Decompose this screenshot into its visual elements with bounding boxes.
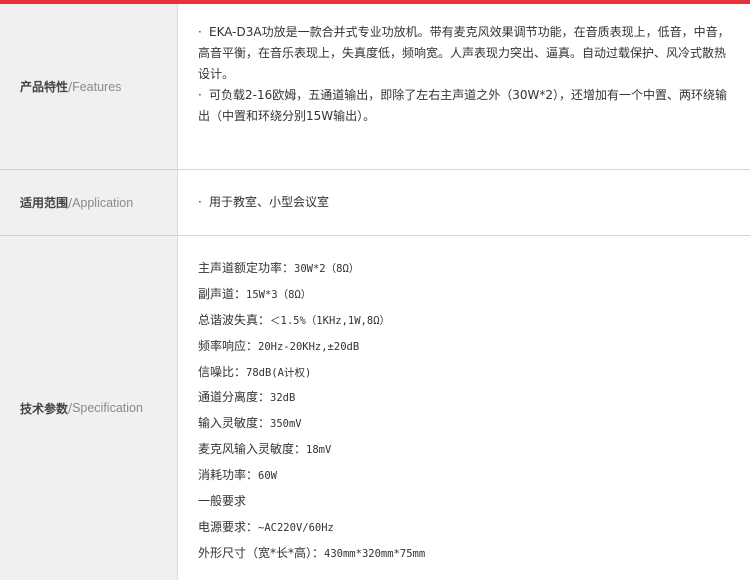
- application-content: · 用于教室、小型会议室: [179, 170, 750, 235]
- spec-value: 18mV: [306, 444, 332, 457]
- features-item: · 可负载2-16欧姆，五通道输出，即除了左右主声道之外（30W*2），还增加有一…: [198, 85, 730, 127]
- features-item-text: 可负载2-16欧姆，五通道输出，即除了左右主声道之外（30W*2），还增加有一个…: [198, 88, 728, 123]
- spec-name: 麦克风输入灵敏度：: [198, 442, 307, 457]
- application-item: · 用于教室、小型会议室: [198, 192, 730, 213]
- features-content: · EKA-D3A功放是一款合并式专业功放机。带有麦克风效果调节功能，在音质表现上…: [179, 4, 750, 169]
- features-label: 产品特性 / Features: [0, 4, 178, 169]
- application-label-cn: 适用范围: [20, 196, 69, 210]
- spec-line: 频率响应：20Hz-20KHz,±20dB: [198, 334, 730, 360]
- spec-line: 总谐波失真：＜1.5%（1KHz,1W,8Ω）: [198, 308, 730, 334]
- specification-label-cn: 技术参数: [20, 401, 69, 416]
- spec-name: 信噪比：: [198, 364, 247, 379]
- spec-line: 麦克风输入灵敏度：18mV: [198, 437, 730, 463]
- spec-name: 外形尺寸（宽*长*高）：: [198, 545, 325, 560]
- spec-name: 副声道：: [198, 286, 247, 301]
- features-label-en: Features: [72, 79, 122, 94]
- features-item: · EKA-D3A功放是一款合并式专业功放机。带有麦克风效果调节功能，在音质表现上…: [198, 22, 730, 85]
- spec-name: 电源要求：: [198, 519, 259, 534]
- specification-label-en: Specification: [72, 401, 143, 415]
- spec-name: 一般要求: [198, 494, 247, 509]
- spec-name: 通道分离度：: [198, 390, 271, 405]
- spec-value: 430mm*320mm*75mm: [324, 547, 426, 560]
- specification-label: 技术参数 / Specification: [0, 236, 178, 580]
- spec-value: ~AC220V/60Hz: [258, 521, 334, 534]
- spec-line: 副声道：15W*3（8Ω）: [198, 282, 730, 308]
- spec-name: 主声道额定功率：: [198, 261, 295, 275]
- spec-value: ＜1.5%（1KHz,1W,8Ω）: [270, 314, 391, 327]
- spec-line: 电源要求：~AC220V/60Hz: [198, 515, 730, 541]
- features-row: 产品特性 / Features · EKA-D3A功放是一款合并式专业功放机。带有麦克…: [0, 4, 750, 170]
- application-row: 适用范围 / Application · 用于教室、小型会议室: [0, 170, 750, 236]
- specification-row: 技术参数 / Specification 主声道额定功率：30W*2（8Ω） 副声道…: [0, 236, 750, 580]
- bullet-dot-icon: ·: [198, 25, 202, 39]
- features-label-cn: 产品特性: [20, 80, 69, 94]
- spec-name: 输入灵敏度：: [198, 416, 271, 431]
- spec-value: 30W*2（8Ω）: [294, 263, 360, 275]
- application-item-text: 用于教室、小型会议室: [209, 195, 330, 209]
- spec-line: 信噪比：78dB(A计权): [198, 360, 730, 386]
- spec-name: 频率响应：: [198, 338, 259, 353]
- features-item-text: EKA-D3A功放是一款合并式专业功放机。带有麦克风效果调节功能，在音质表现上，…: [198, 25, 730, 81]
- application-label-en: Application: [72, 195, 134, 210]
- spec-line: 外形尺寸（宽*长*高）：430mm*320mm*75mm: [198, 541, 730, 567]
- spec-value: 60W: [258, 470, 277, 483]
- spec-line: 主声道额定功率：30W*2（8Ω）: [198, 256, 730, 282]
- spec-value: 32dB: [270, 392, 296, 405]
- spec-value: 15W*3（8Ω）: [246, 288, 312, 301]
- bullet-dot-icon: ·: [198, 88, 202, 102]
- spec-value: 350mV: [270, 418, 302, 431]
- spec-line: 通道分离度：32dB: [198, 385, 730, 411]
- spec-value: 78dB(A计权): [246, 366, 312, 379]
- spec-line: 一般要求: [198, 489, 730, 515]
- spec-line: 输入灵敏度：350mV: [198, 411, 730, 437]
- bullet-dot-icon: ·: [198, 195, 202, 209]
- spec-name: 总谐波失真：: [198, 312, 271, 327]
- spec-line: 消耗功率：60W: [198, 463, 730, 489]
- spec-value: 20Hz-20KHz,±20dB: [258, 340, 360, 353]
- application-label: 适用范围 / Application: [0, 170, 178, 235]
- specification-content: 主声道额定功率：30W*2（8Ω） 副声道：15W*3（8Ω） 总谐波失真：＜1…: [179, 236, 750, 580]
- spec-name: 消耗功率：: [198, 468, 259, 483]
